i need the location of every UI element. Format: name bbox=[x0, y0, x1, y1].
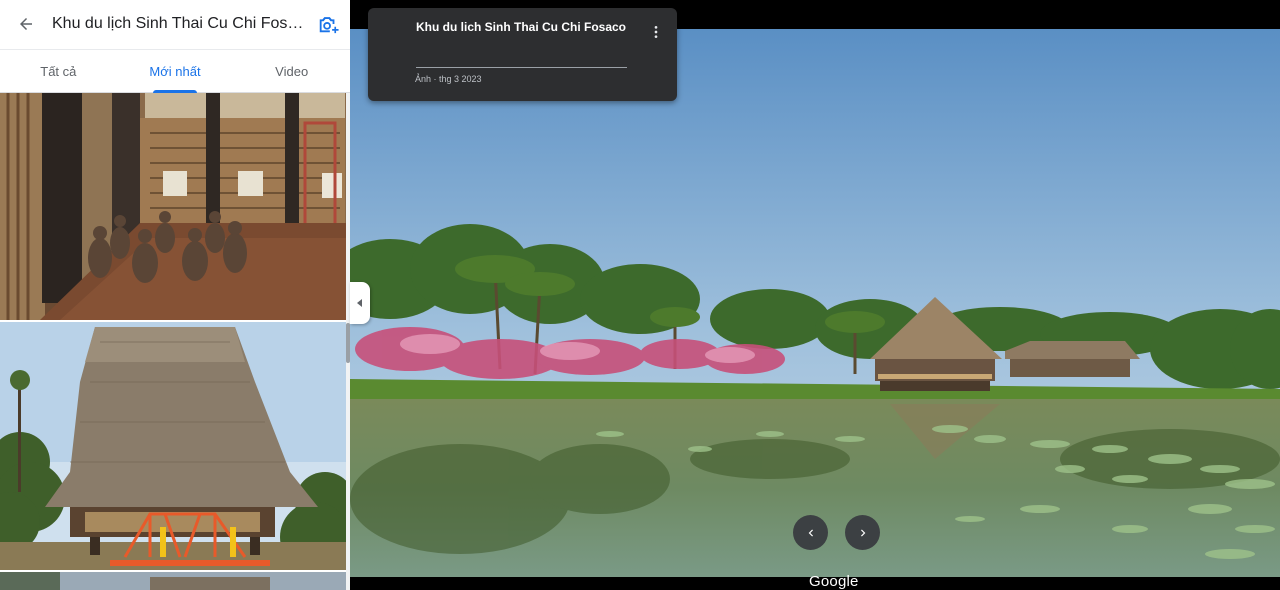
chevron-left-icon bbox=[808, 529, 813, 536]
thumbnail-thatched-house[interactable] bbox=[0, 322, 346, 570]
caret-left-icon bbox=[357, 299, 362, 307]
add-photo-icon bbox=[319, 17, 339, 34]
panel-header: Khu du lịch Sinh Thai Cu Chi Fosaco bbox=[0, 0, 350, 48]
card-divider bbox=[416, 67, 627, 68]
photo-tabs: Tất cả Mới nhất Video bbox=[0, 49, 350, 93]
tab-newest[interactable]: Mới nhất bbox=[117, 50, 234, 93]
tab-video[interactable]: Video bbox=[233, 50, 350, 92]
arrow-left-icon bbox=[20, 18, 32, 30]
thumbnail-next-partial[interactable] bbox=[0, 572, 346, 590]
photo-info-card: Khu du lich Sinh Thai Cu Chi Fosaco Ảnh … bbox=[368, 8, 677, 101]
photo-place-name[interactable]: Khu du lich Sinh Thai Cu Chi Fosaco bbox=[416, 20, 626, 34]
back-button[interactable] bbox=[0, 0, 52, 48]
thumbnail-list bbox=[0, 93, 346, 590]
next-photo-button[interactable] bbox=[845, 515, 880, 550]
tab-all[interactable]: Tất cả bbox=[0, 50, 117, 92]
google-logo: Google bbox=[809, 573, 859, 590]
photo-side-panel: Khu du lịch Sinh Thai Cu Chi Fosaco Tất … bbox=[0, 0, 350, 590]
chevron-right-icon bbox=[860, 529, 865, 536]
main-photo-lake-scene bbox=[350, 29, 1280, 577]
previous-photo-button[interactable] bbox=[793, 515, 828, 550]
collapse-panel-button[interactable] bbox=[350, 282, 370, 324]
place-title: Khu du lịch Sinh Thai Cu Chi Fosaco bbox=[52, 15, 306, 32]
photo-date: Ảnh · thg 3 2023 bbox=[415, 74, 482, 84]
add-photo-button[interactable] bbox=[306, 0, 350, 48]
thumbnail-longhouse-interior[interactable] bbox=[0, 93, 346, 320]
more-options-button[interactable] bbox=[646, 22, 666, 42]
more-vert-icon bbox=[654, 26, 658, 38]
